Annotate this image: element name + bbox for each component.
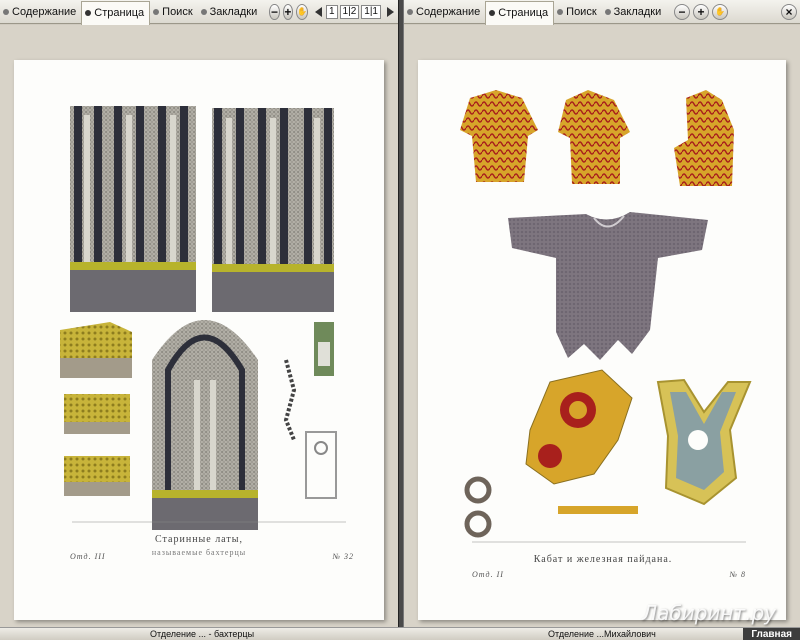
right-toolbar: Содержание Страница Поиск Закладки − + ✋…: [404, 0, 800, 25]
radio-icon: [200, 8, 207, 15]
radio-icon: [489, 10, 496, 16]
radio-icon: [557, 8, 564, 15]
hand-tool-button[interactable]: ✋: [712, 3, 728, 20]
tab-contents-right[interactable]: Содержание: [404, 1, 485, 23]
tab-label: Страница: [498, 7, 549, 19]
zoom-in-button[interactable]: +: [282, 3, 293, 20]
home-button[interactable]: Главная: [743, 628, 800, 640]
prev-page-icon[interactable]: [314, 6, 322, 17]
status-left: Отделение ... - бахтерцы: [150, 629, 255, 639]
plate-department: Отд. II: [472, 570, 504, 579]
kabat-illustration: [460, 90, 752, 543]
tab-label: Содержание: [12, 5, 77, 18]
book-page-right: Кабат и железная пайдана. Отд. II № 8: [418, 60, 786, 620]
plate-title: Кабат и железная пайдана.: [533, 554, 673, 565]
book-page-left: Старинные латы, называемые бахтерцы Отд.…: [14, 60, 384, 620]
zoom-in-button[interactable]: +: [693, 3, 709, 20]
tab-page-right[interactable]: Страница: [485, 0, 555, 25]
iron-paydana: [656, 378, 752, 506]
next-page-icon[interactable]: [387, 6, 394, 17]
plate-title: Старинные латы,: [155, 534, 243, 545]
tab-label: Поиск: [566, 5, 597, 18]
left-toolbar: Содержание Страница Поиск Закладки − + ✋…: [0, 0, 398, 25]
tab-contents-left[interactable]: Содержание: [0, 1, 81, 23]
armor-vest-center: [152, 320, 258, 530]
plate-department: Отд. III: [70, 552, 106, 561]
tab-label: Закладки: [209, 5, 258, 18]
radio-icon: [85, 10, 92, 16]
plate-number: № 8: [729, 570, 746, 579]
tab-label: Закладки: [613, 5, 662, 18]
status-right: Отделение ...Михайлович: [548, 629, 656, 639]
iron-mail-shirt: [508, 212, 708, 360]
plate-number: № 32: [332, 552, 354, 561]
left-page-pane[interactable]: Старинные латы, называемые бахтерцы Отд.…: [0, 25, 398, 627]
tab-bookmarks-left[interactable]: Закладки: [198, 1, 263, 23]
radio-icon: [3, 8, 9, 15]
tab-search-right[interactable]: Поиск: [554, 1, 601, 23]
hand-tool-button[interactable]: ✋: [296, 3, 308, 20]
embroidered-collar: [525, 369, 638, 514]
radio-icon: [153, 8, 160, 15]
zoom-out-button[interactable]: −: [674, 3, 690, 20]
status-bar: Отделение ... - бахтерцы Отделение ...Ми…: [0, 627, 800, 640]
tab-label: Содержание: [416, 5, 481, 18]
close-button[interactable]: ×: [781, 3, 797, 20]
fit-page-button[interactable]: 1|1: [361, 4, 381, 19]
tab-search-left[interactable]: Поиск: [150, 1, 197, 23]
single-page-button[interactable]: 1: [325, 4, 338, 19]
accessories: [283, 322, 337, 499]
gold-collar-pieces: [60, 322, 132, 496]
iron-rings: [464, 476, 492, 538]
two-page-button[interactable]: 1|2: [339, 4, 360, 19]
right-page-pane[interactable]: Кабат и железная пайдана. Отд. II № 8 Ла…: [404, 25, 800, 627]
tab-label: Поиск: [162, 5, 193, 18]
radio-icon: [407, 8, 413, 15]
tab-label: Страница: [94, 7, 145, 19]
kabat-garments: [460, 90, 734, 186]
zoom-out-button[interactable]: −: [269, 3, 280, 20]
radio-icon: [604, 8, 611, 15]
labirint-watermark: Лабиринт.ру: [642, 601, 776, 625]
tab-bookmarks-right[interactable]: Закладки: [602, 1, 667, 23]
armor-panel-right: [212, 108, 334, 312]
plate-subtitle: называемые бахтерцы: [151, 548, 247, 557]
tab-page-left[interactable]: Страница: [81, 0, 151, 25]
armor-panel-left: [70, 106, 196, 312]
